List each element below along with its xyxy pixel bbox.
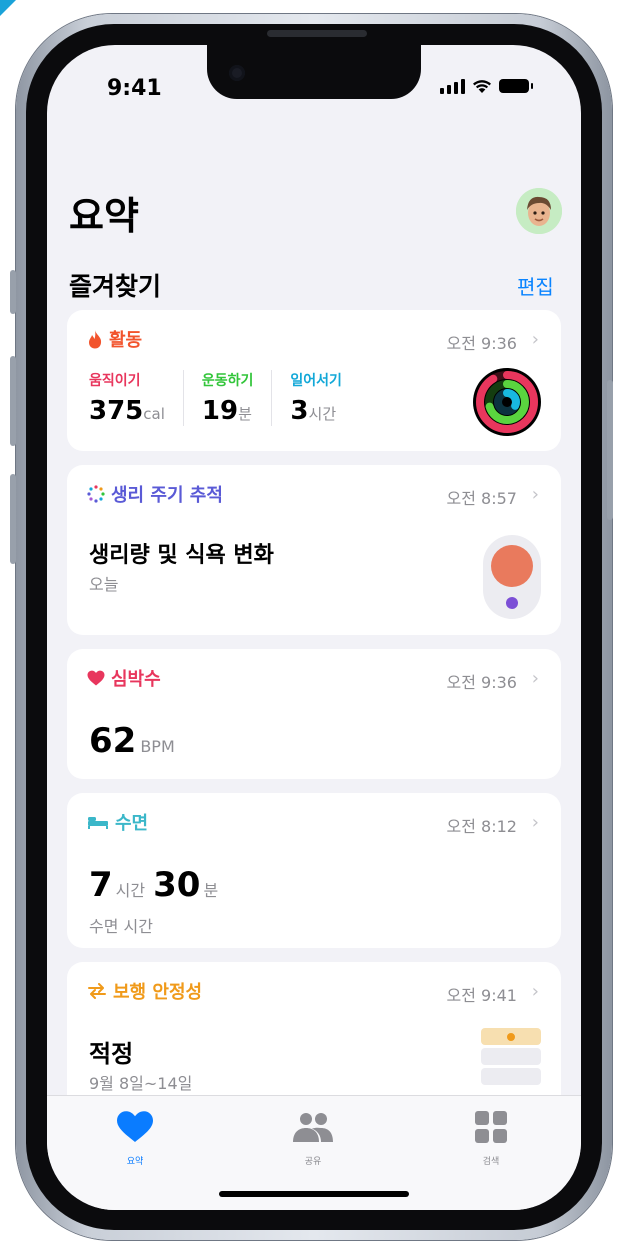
activity-metrics: 움직이기 375cal 운동하기 19분 일어서기 3시간 [89,370,378,426]
cycle-tracking-card[interactable]: 생리 주기 추적 오전 8:57 › 생리량 및 식욕 변화 오늘 [67,465,561,635]
level-low-bar [481,1048,541,1065]
screen: 9:41 요약 즐겨찾기 편집 활동 오전 9:36 › 움직이기 375cal… [47,45,581,1210]
sleep-card[interactable]: 수면 오전 8:12 › 7 시간 30 분 수면 시간 [67,793,561,948]
wifi-icon [473,80,491,93]
cycle-subtitle: 오늘 [89,575,119,594]
tab-summary-label: 요약 [126,1157,144,1167]
stand-label: 일어서기 [290,373,342,389]
heart-rate-card[interactable]: 심박수 오전 9:36 › 62 BPM [67,649,561,779]
edit-button[interactable]: 편집 [517,271,554,300]
card-header: 심박수 [87,665,161,691]
avatar[interactable] [516,188,562,234]
exercise-label: 운동하기 [201,373,254,389]
status-icons [440,78,533,94]
cellular-signal-icon [440,78,465,94]
exercise-value-line: 19분 [202,396,254,426]
bed-icon [88,817,108,829]
move-unit: cal [143,405,165,423]
chevron-right-icon: › [531,484,539,505]
activity-rings-icon [473,368,541,436]
sleep-hours-unit: 시간 [115,881,146,900]
volume-down-button [10,474,16,564]
volume-up-button [10,356,16,446]
walking-headline: 적정 [89,1040,134,1068]
walking-title: 보행 안정성 [113,982,203,1003]
tab-sharing-label: 공유 [304,1157,322,1167]
cycle-dots-icon [87,485,105,503]
stand-metric: 일어서기 3시간 [290,370,360,426]
card-header: 보행 안정성 [87,978,202,1004]
level-ok-bar [481,1028,541,1045]
stand-value: 3 [290,396,309,426]
heart-value-line: 62 BPM [89,721,175,761]
sleep-minutes-unit: 분 [203,881,219,900]
tab-summary[interactable]: 요약 [95,1110,175,1167]
sleep-time: 오전 8:12 [446,817,517,836]
activity-time: 오전 9:36 [446,334,517,353]
favorites-title: 즐겨찾기 [69,272,162,301]
level-marker [507,1033,515,1041]
corner-accent [0,0,16,16]
fertile-dot [506,597,518,609]
battery-icon [499,79,533,93]
walking-subtitle: 9월 8일~14일 [89,1074,193,1093]
walking-time: 오전 9:41 [446,986,517,1005]
cycle-time: 오전 8:57 [446,489,517,508]
dynamic-notch [207,45,421,99]
heart-icon [87,670,105,686]
cycle-title: 생리 주기 추적 [111,485,223,506]
move-value-line: 375cal [89,396,165,426]
tab-browse[interactable]: 검색 [451,1110,531,1167]
exercise-unit: 분 [238,405,252,423]
move-label: 움직이기 [89,373,141,389]
period-dot [491,545,533,587]
stand-value-line: 3시간 [290,396,342,426]
level-very-low-bar [481,1068,541,1085]
heart-unit: BPM [140,737,175,756]
sleep-hours: 7 [89,865,113,905]
home-indicator[interactable] [219,1191,409,1197]
front-camera [229,65,245,81]
sleep-subtitle: 수면 시간 [89,917,153,936]
stand-unit: 시간 [308,405,337,423]
heart-title: 심박수 [111,669,161,690]
heart-value: 62 [89,721,137,761]
people-icon [293,1113,333,1142]
tab-sharing[interactable]: 공유 [273,1110,353,1167]
card-header: 생리 주기 추적 [87,481,223,507]
earpiece-speaker [267,30,367,37]
activity-card[interactable]: 활동 오전 9:36 › 움직이기 375cal 운동하기 19분 일어서기 3… [67,310,561,451]
card-header: 수면 [87,809,148,835]
memoji-avatar-icon [516,188,562,234]
exercise-value: 19 [201,396,239,426]
heart-time: 오전 9:36 [446,673,517,692]
sleep-title: 수면 [115,813,149,834]
grid-icon [475,1111,507,1143]
cycle-headline: 생리량 및 식욕 변화 [89,543,274,568]
side-button [607,380,613,520]
status-time: 9:41 [107,76,162,101]
chevron-right-icon: › [531,668,539,689]
move-value: 375 [89,396,144,426]
action-button [10,270,16,314]
sleep-duration: 7 시간 30 분 [89,865,218,905]
move-metric: 움직이기 375cal [89,370,184,426]
page-title: 요약 [69,194,139,238]
chevron-right-icon: › [531,329,539,350]
chevron-right-icon: › [531,981,539,1002]
sleep-minutes: 30 [153,865,201,905]
chevron-right-icon: › [531,812,539,833]
steadiness-arrows-icon [88,983,106,999]
exercise-metric: 운동하기 19분 [202,370,273,426]
steadiness-level-icon [481,1028,541,1085]
heart-icon [117,1111,153,1142]
activity-title: 활동 [109,330,143,351]
cycle-preview-icon [483,535,541,619]
card-header: 활동 [87,326,142,352]
flame-icon [89,330,102,349]
tab-browse-label: 검색 [482,1157,500,1167]
